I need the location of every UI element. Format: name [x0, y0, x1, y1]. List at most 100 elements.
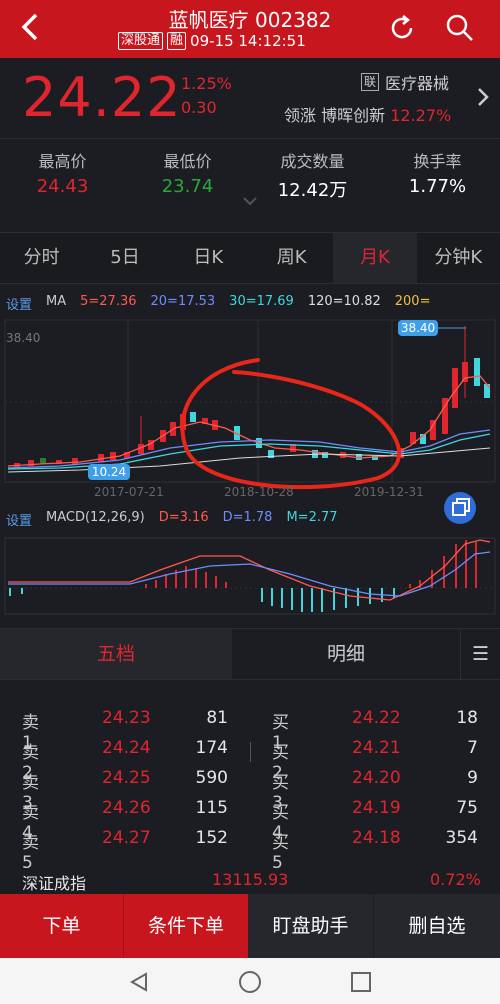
fullscreen-button[interactable] — [444, 492, 476, 524]
index-row[interactable]: 深证成指 13115.93 0.72% — [0, 866, 500, 893]
nav-recents-icon[interactable] — [350, 971, 372, 993]
sell-price: 24.23 — [102, 708, 151, 728]
sell-price: 24.26 — [102, 798, 151, 818]
buy-price: 24.19 — [352, 798, 401, 818]
nav-home-icon[interactable] — [238, 970, 262, 994]
lead-stock[interactable]: 领涨 博晖创新 12.27% — [284, 102, 451, 126]
divider — [0, 138, 500, 139]
stock-subtitle: 深股通 融 09-15 14:12:51 — [118, 32, 306, 50]
macd-m-value: M=2.77 — [286, 510, 338, 525]
index-name: 深证成指 — [22, 874, 87, 893]
top-bar: 蓝帆医疗 002382 深股通 融 09-15 14:12:51 — [0, 0, 500, 58]
macd-d-value: D=3.16 — [158, 510, 209, 525]
stat-value: 24.43 — [36, 176, 89, 197]
orderbook-tabs: 五档 明细 ☰ — [0, 628, 500, 680]
stat-value: 12.42万 — [277, 180, 348, 201]
connect-tag: 深股通 — [118, 32, 164, 50]
lead-stock-label: 领涨 博晖创新 — [284, 106, 386, 125]
current-price: 24.22 — [22, 66, 182, 129]
sell-volume: 590 — [195, 768, 228, 788]
macd-histogram — [9, 540, 477, 612]
buy-price: 24.18 — [352, 828, 401, 848]
tab-details[interactable]: 明细 — [232, 629, 460, 679]
industry-tag: 联 — [361, 73, 380, 91]
sell-price: 24.27 — [102, 828, 151, 848]
datetime: 09-15 14:12:51 — [190, 32, 306, 50]
stat-value: 1.77% — [408, 176, 467, 197]
ma-legend: 设置 MA 5=27.36 20=17.53 30=17.69 120=10.8… — [6, 294, 430, 313]
ma120-value: 120=10.82 — [307, 294, 381, 309]
kline-chart[interactable]: 38.40 38.40 10.24 2017-07-21 2018-10-28 … — [0, 318, 500, 498]
tab-monthly-k[interactable]: 月K — [333, 233, 417, 283]
ma200-value: 200= — [394, 294, 431, 309]
stat-high: 最高价 24.43 — [0, 148, 125, 197]
buy-volume: 7 — [467, 738, 478, 758]
date-label-3: 2019-12-31 — [354, 485, 424, 498]
tab-weekly-k[interactable]: 周K — [250, 233, 333, 283]
tab-5day[interactable]: 5日 — [83, 233, 166, 283]
tab-minute-k[interactable]: 分钟K — [417, 233, 500, 283]
nav-back-icon[interactable] — [128, 972, 150, 992]
index-pct: 0.72% — [430, 870, 481, 889]
buy-volume: 75 — [456, 798, 478, 818]
stat-label: 换手率 — [413, 152, 462, 171]
candles — [14, 326, 490, 467]
stat-low: 最低价 23.74 — [125, 148, 250, 197]
macd-settings[interactable]: 设置 — [6, 510, 32, 529]
fullscreen-icon — [452, 498, 470, 516]
stat-volume: 成交数量 12.42万 — [250, 148, 375, 202]
search-icon[interactable] — [444, 12, 476, 44]
sell-price: 24.24 — [102, 738, 151, 758]
industry-name: 医疗器械 — [385, 74, 450, 93]
stat-value: 23.74 — [161, 176, 214, 197]
ma-settings[interactable]: 设置 — [6, 294, 32, 313]
margin-tag: 融 — [167, 32, 187, 50]
buy-price: 24.21 — [352, 738, 401, 758]
sell-volume: 81 — [206, 708, 228, 728]
tab-five-levels[interactable]: 五档 — [0, 629, 232, 679]
change-amount: 0.30 — [181, 98, 217, 117]
tab-intraday[interactable]: 分时 — [0, 233, 83, 283]
conditional-order-button[interactable]: 条件下单 — [124, 894, 248, 958]
system-nav-bar — [0, 958, 500, 1004]
ma5-line — [7, 375, 491, 467]
buy-volume: 9 — [467, 768, 478, 788]
buy-price: 24.22 — [352, 708, 401, 728]
quote-panel: 24.22 1.25% 0.30 联 医疗器械 领涨 博晖创新 12.27% — [0, 58, 500, 138]
book-divider — [250, 742, 251, 762]
chevron-right-icon[interactable] — [476, 86, 490, 108]
stock-title: 蓝帆医疗 002382 — [168, 8, 332, 32]
lead-stock-pct: 12.27% — [390, 106, 452, 125]
macd-chart[interactable] — [0, 536, 500, 620]
refresh-icon[interactable] — [386, 12, 418, 44]
expand-chevron-icon[interactable] — [242, 196, 258, 206]
industry-link[interactable]: 联 医疗器械 — [361, 70, 449, 94]
sell-volume: 152 — [195, 828, 228, 848]
index-value: 13115.93 — [212, 870, 289, 889]
change-percent: 1.25% — [181, 74, 232, 93]
stat-turnover: 换手率 1.77% — [375, 148, 500, 197]
stat-label: 成交数量 — [280, 152, 345, 171]
tab-daily-k[interactable]: 日K — [167, 233, 250, 283]
ma30-value: 30=17.69 — [229, 294, 294, 309]
macd-dif-line — [8, 539, 491, 601]
date-label-2: 2018-10-28 — [224, 485, 294, 498]
date-label-1: 2017-07-21 — [94, 485, 164, 498]
bottom-actions: 下单 条件下单 盯盘助手 删自选 — [0, 894, 500, 958]
macd-dea-line — [8, 551, 491, 597]
sell-price: 24.25 — [102, 768, 151, 788]
ma-label: MA — [46, 294, 67, 309]
macd-legend: 设置 MACD(12,26,9) D=3.16 D=1.78 M=2.77 — [6, 510, 338, 529]
stat-label: 最低价 — [163, 152, 212, 171]
max-badge-label: 38.40 — [401, 321, 435, 335]
chart-tabs: 分时 5日 日K 周K 月K 分钟K — [0, 232, 500, 284]
remove-watchlist-button[interactable]: 删自选 — [374, 894, 500, 958]
place-order-button[interactable]: 下单 — [0, 894, 124, 958]
y-axis-top-label: 38.40 — [6, 331, 40, 345]
buy-volume: 354 — [445, 828, 478, 848]
menu-icon[interactable]: ☰ — [460, 629, 500, 679]
ma5-value: 5=27.36 — [80, 294, 137, 309]
watch-assistant-button[interactable]: 盯盘助手 — [248, 894, 374, 958]
sell-volume: 174 — [195, 738, 228, 758]
min-badge-label: 10.24 — [92, 465, 126, 479]
